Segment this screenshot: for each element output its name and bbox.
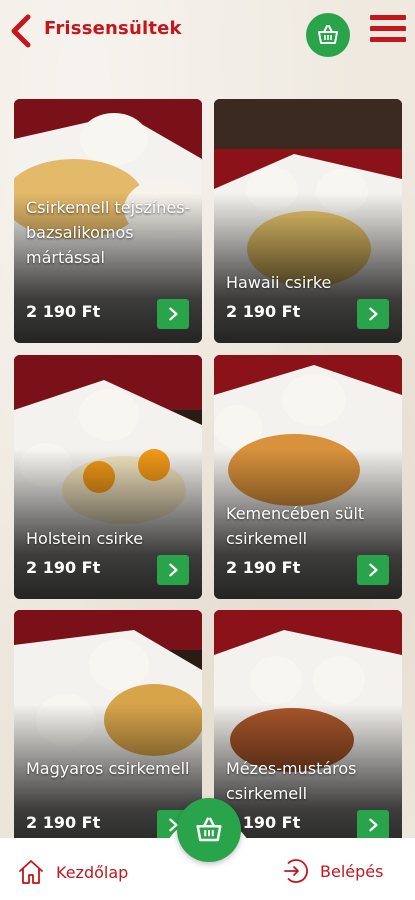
basket-icon xyxy=(194,815,224,845)
chevron-right-icon xyxy=(366,307,380,321)
product-name: Holstein csirke xyxy=(26,529,144,548)
product-card[interactable]: Hawaii csirke 2 190 Ft xyxy=(214,99,402,343)
header: Frissensültek xyxy=(0,0,415,70)
product-price: 2 190 Ft xyxy=(226,302,301,321)
chevron-right-icon xyxy=(366,818,380,832)
chevron-right-icon xyxy=(166,307,180,321)
product-name: Hawaii csirke xyxy=(226,273,332,292)
page-title: Frissensültek xyxy=(44,18,182,39)
hamburger-menu-icon xyxy=(370,15,406,20)
product-price: 2 190 Ft xyxy=(26,302,101,321)
open-product-button[interactable] xyxy=(357,810,389,840)
product-name: Magyaros csirkemell xyxy=(26,759,190,778)
hamburger-menu-button[interactable] xyxy=(370,15,406,49)
product-price: 2 190 Ft xyxy=(226,558,301,577)
product-card[interactable]: Holstein csirke 2 190 Ft xyxy=(14,355,202,599)
nav-home-label: Kezdőlap xyxy=(56,862,129,882)
product-card[interactable]: Csirkemell tejszínes-bazsalikomos mártás… xyxy=(14,99,202,343)
product-price: 2 190 Ft xyxy=(26,813,101,832)
nav-login-label: Belépés xyxy=(320,861,384,881)
login-icon xyxy=(284,859,308,883)
back-button[interactable] xyxy=(8,14,36,48)
basket-icon xyxy=(316,23,340,47)
open-product-button[interactable] xyxy=(157,299,189,329)
product-price: 2 190 Ft xyxy=(26,558,101,577)
cart-fab-button[interactable] xyxy=(177,798,241,862)
open-product-button[interactable] xyxy=(357,299,389,329)
chevron-left-icon xyxy=(11,14,31,48)
cart-button[interactable] xyxy=(306,13,350,57)
chevron-right-icon xyxy=(166,563,180,577)
product-name: Kemencében sült csirkemell xyxy=(226,504,365,548)
open-product-button[interactable] xyxy=(157,555,189,585)
open-product-button[interactable] xyxy=(357,555,389,585)
chevron-right-icon xyxy=(366,563,380,577)
product-name: Csirkemell tejszínes-bazsalikomos mártás… xyxy=(26,198,191,267)
product-card[interactable]: Mézes-mustáros csirkemell 2 190 Ft xyxy=(214,610,402,854)
product-name: Mézes-mustáros csirkemell xyxy=(226,759,357,803)
nav-home[interactable]: Kezdőlap xyxy=(16,857,128,887)
product-card[interactable]: Kemencében sült csirkemell 2 190 Ft xyxy=(214,355,402,599)
nav-login[interactable]: Belépés xyxy=(282,857,383,885)
home-icon xyxy=(19,860,43,884)
product-card[interactable]: Magyaros csirkemell 2 190 Ft xyxy=(14,610,202,854)
